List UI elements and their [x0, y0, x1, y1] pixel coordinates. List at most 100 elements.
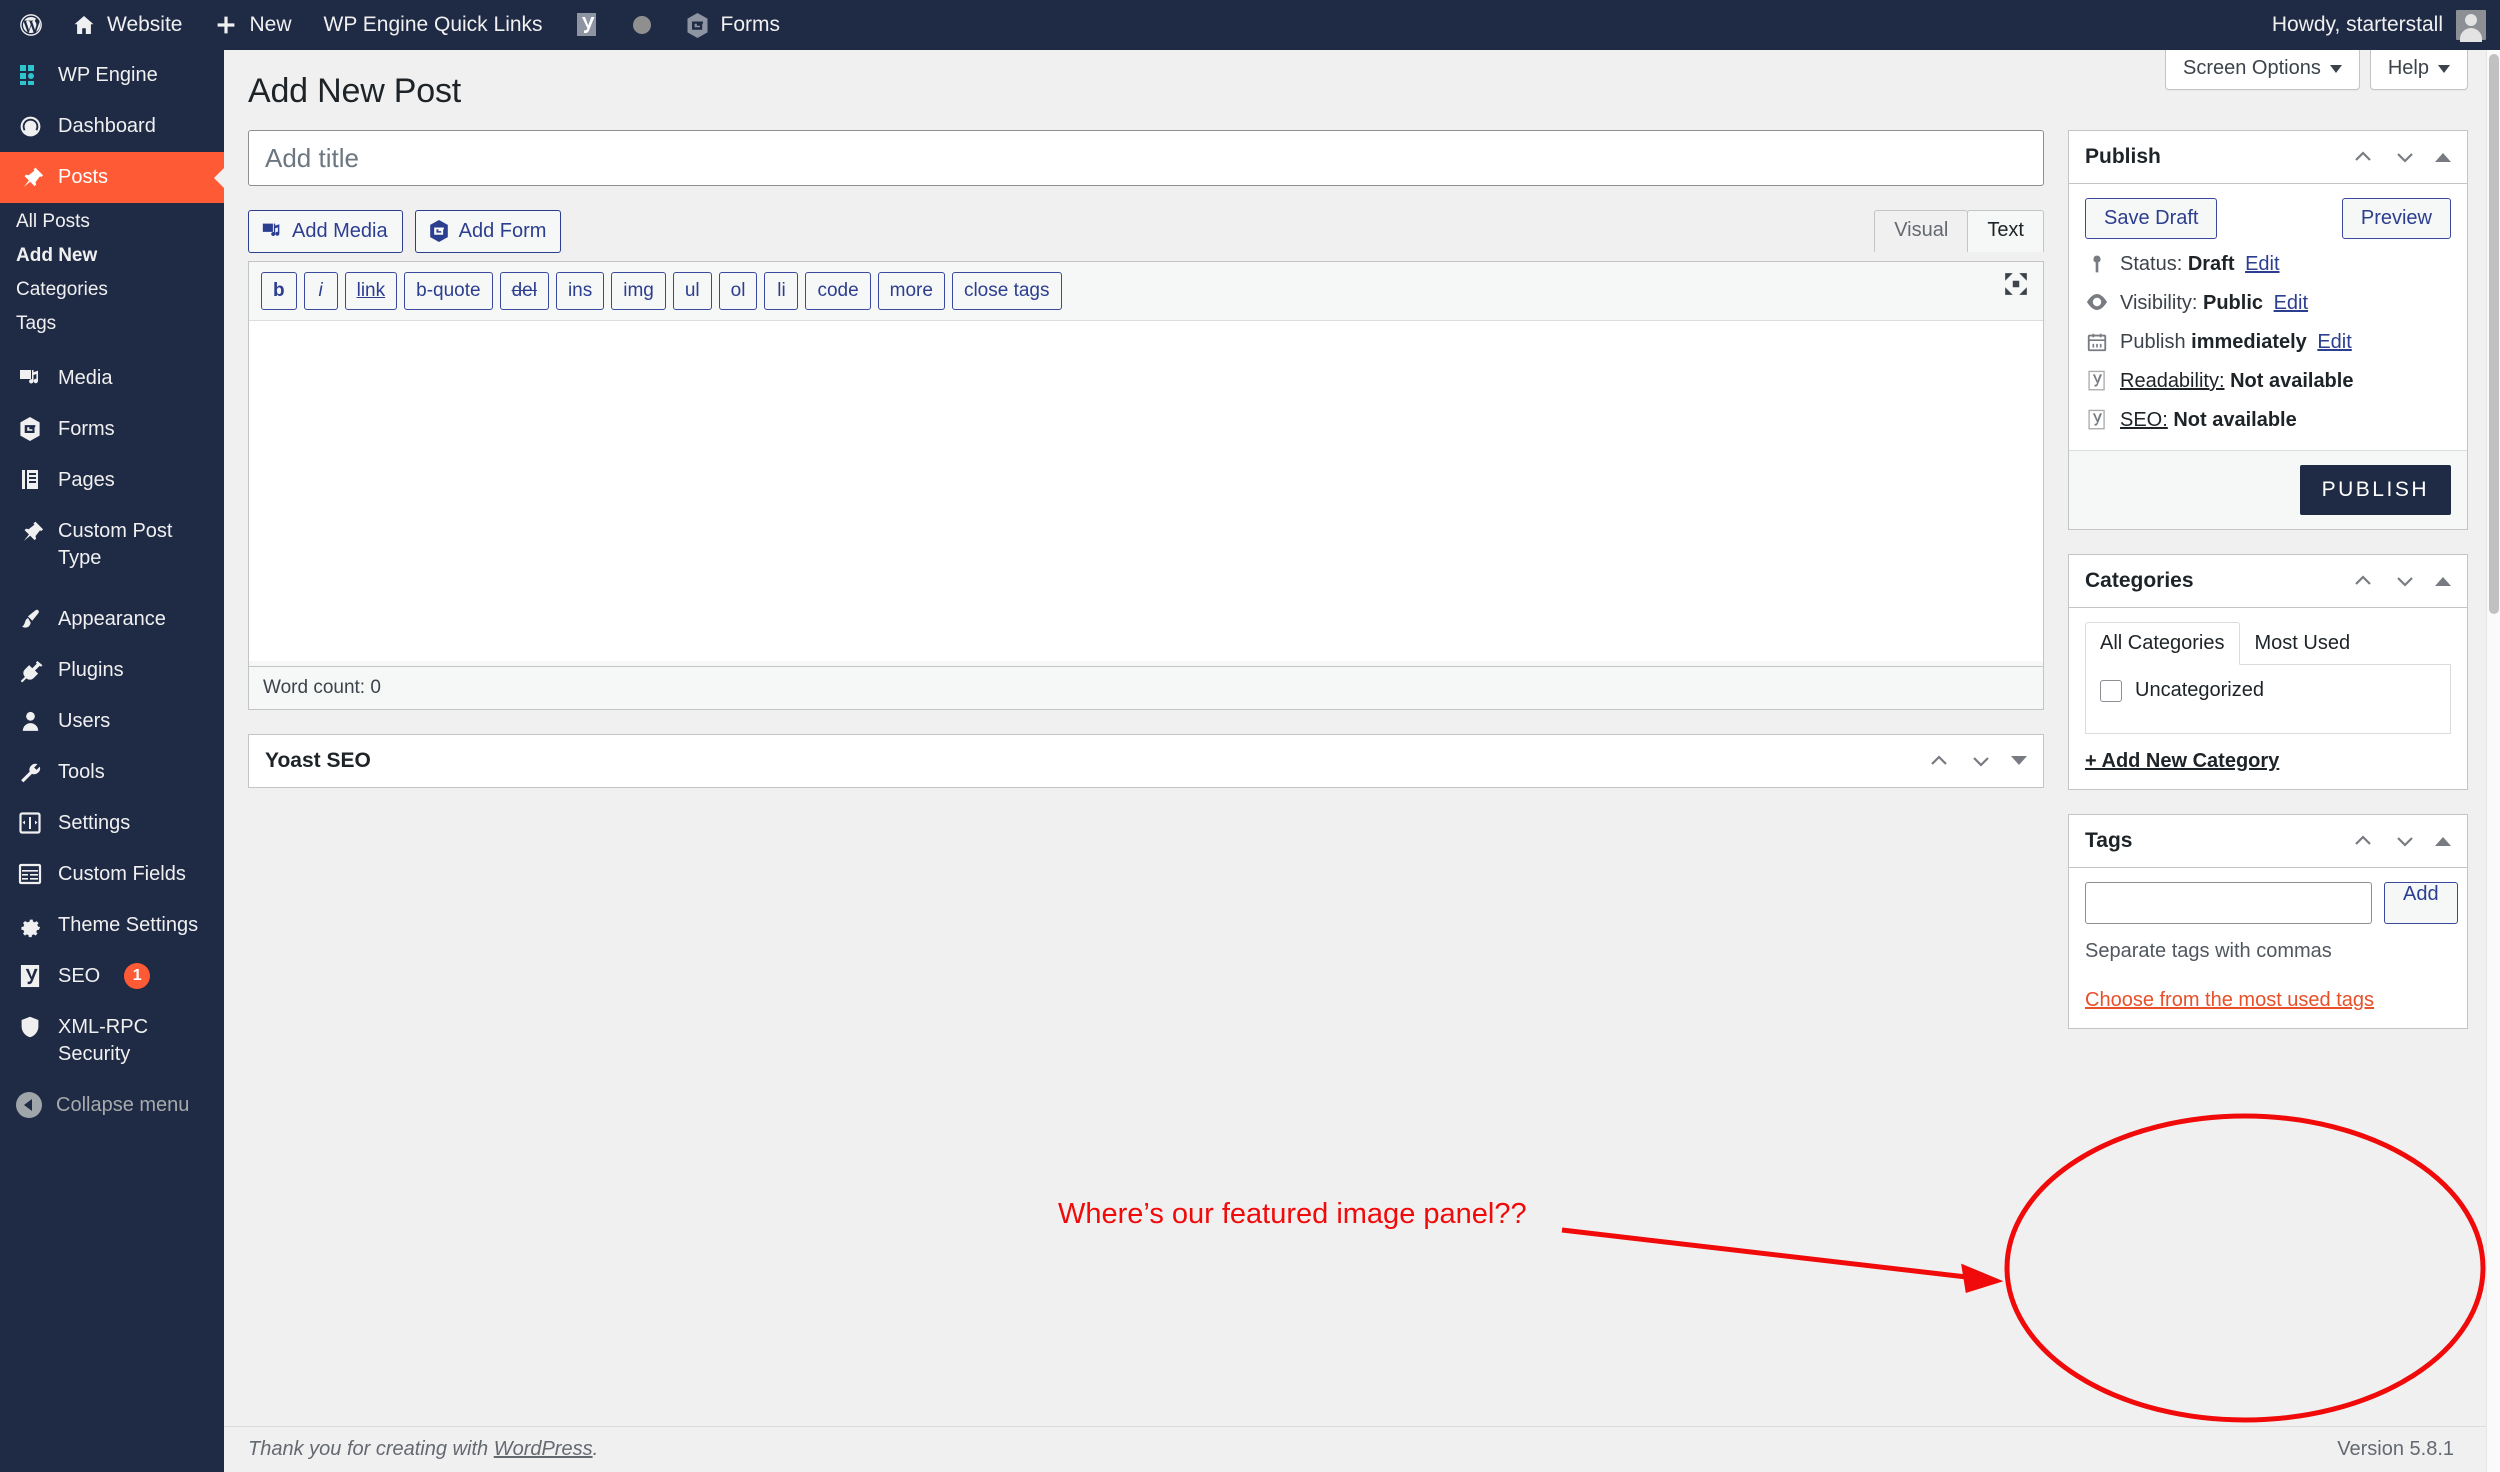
category-item-uncategorized[interactable]: Uncategorized — [2100, 679, 2436, 702]
collapse-menu-button[interactable]: Collapse menu — [0, 1080, 224, 1130]
move-up-icon[interactable] — [2351, 145, 2375, 169]
tab-all-categories[interactable]: All Categories — [2085, 622, 2240, 665]
sidebar-item-tags[interactable]: Tags — [0, 307, 224, 341]
quicktag-i[interactable]: i — [303, 272, 338, 310]
sidebar-item-plugins[interactable]: Plugins — [0, 645, 224, 696]
wordpress-logo-menu[interactable] — [0, 0, 56, 50]
move-down-icon[interactable] — [2393, 145, 2417, 169]
move-down-icon[interactable] — [2393, 829, 2417, 853]
readability-label[interactable]: Readability: — [2120, 370, 2225, 392]
sidebar-item-tools[interactable]: Tools — [0, 747, 224, 798]
post-schedule-text: Publish immediately Edit — [2120, 331, 2352, 354]
quicktag-ol[interactable]: ol — [718, 272, 758, 310]
tab-text[interactable]: Text — [1967, 210, 2044, 252]
sidebar-item-settings[interactable]: Settings — [0, 798, 224, 849]
sidebar-item-add-new[interactable]: Add New — [0, 239, 224, 273]
yoast-seo-metabox-header[interactable]: Yoast SEO — [249, 735, 2043, 787]
sidebar-item-appearance[interactable]: Appearance — [0, 594, 224, 645]
sidebar-item-seo[interactable]: SEO 1 — [0, 951, 224, 1002]
tags-panel-title: Tags — [2085, 829, 2133, 852]
site-name-menu[interactable]: Website — [56, 0, 198, 50]
add-media-button[interactable]: Add Media — [248, 210, 403, 253]
quicktag-close-tags[interactable]: close tags — [951, 272, 1062, 310]
page-scrollbar[interactable] — [2486, 50, 2500, 1472]
wpengine-quick-links-menu[interactable]: WP Engine Quick Links — [308, 0, 559, 50]
move-up-icon[interactable] — [2351, 569, 2375, 593]
edit-visibility-link[interactable]: Edit — [2274, 292, 2308, 314]
move-up-icon[interactable] — [2351, 829, 2375, 853]
publish-button[interactable]: PUBLISH — [2299, 465, 2451, 515]
preview-button[interactable]: Preview — [2341, 198, 2451, 239]
sidebar-item-all-posts[interactable]: All Posts — [0, 205, 224, 239]
tags-panel-header[interactable]: Tags — [2069, 815, 2467, 868]
help-button[interactable]: Help — [2369, 49, 2468, 90]
quicktag-del[interactable]: del — [499, 272, 549, 310]
save-draft-button[interactable]: Save Draft — [2085, 198, 2218, 239]
tag-input[interactable] — [2085, 882, 2372, 924]
quicktag-li[interactable]: li — [764, 272, 799, 310]
move-down-icon[interactable] — [1969, 749, 1993, 773]
categories-panel-header[interactable]: Categories — [2069, 555, 2467, 608]
sidebar-item-custom-fields[interactable]: Custom Fields — [0, 849, 224, 900]
sidebar-item-custom-post-type[interactable]: Custom Post Type — [0, 506, 224, 584]
quicktag-ul[interactable]: ul — [672, 272, 712, 310]
pin-icon — [16, 518, 44, 544]
fullscreen-icon[interactable] — [2003, 271, 2029, 297]
circle-indicator-menu[interactable] — [615, 0, 669, 50]
yoast-readability-text: Readability: Not available — [2120, 370, 2353, 393]
sidebar-item-label: Dashboard — [58, 115, 156, 137]
footer-thank-you: Thank you for creating with WordPress. — [248, 1438, 598, 1461]
publish-panel-header[interactable]: Publish — [2069, 131, 2467, 184]
wordpress-link[interactable]: WordPress — [494, 1438, 593, 1460]
sidebar-item-posts[interactable]: Posts — [0, 152, 224, 203]
tab-visual[interactable]: Visual — [1874, 210, 1969, 252]
sidebar-item-xml-rpc-security[interactable]: XML-RPC Security — [0, 1002, 224, 1080]
panel-handle-actions — [2351, 569, 2451, 593]
annotation-label: Where’s our featured image panel?? — [1058, 1198, 1527, 1230]
seo-score-label[interactable]: SEO: — [2120, 409, 2168, 431]
screen-meta-links: Screen Options Help — [2165, 49, 2468, 90]
tag-add-button[interactable]: Add — [2384, 882, 2458, 924]
category-checkbox[interactable] — [2100, 679, 2122, 702]
new-content-menu[interactable]: New — [198, 0, 307, 50]
sidebar-item-categories[interactable]: Categories — [0, 273, 224, 307]
toggle-panel-icon[interactable] — [2435, 152, 2451, 162]
quicktag-img[interactable]: img — [611, 272, 666, 310]
move-up-icon[interactable] — [1927, 749, 1951, 773]
yoast-adminbar-menu[interactable] — [559, 0, 615, 50]
scrollbar-thumb[interactable] — [2489, 54, 2499, 614]
sidebar-item-forms[interactable]: Forms — [0, 404, 224, 455]
quicktag-b-quote[interactable]: b-quote — [404, 272, 493, 310]
post-visibility-value: Public — [2203, 292, 2264, 314]
edit-schedule-link[interactable]: Edit — [2317, 331, 2351, 353]
quicktag-ins[interactable]: ins — [555, 272, 605, 310]
quicktag-code[interactable]: code — [805, 272, 871, 310]
main-content: Screen Options Help Add New Post Add tit… — [224, 49, 2500, 1472]
sidebar-item-users[interactable]: Users — [0, 696, 224, 747]
post-title-input[interactable] — [249, 131, 2043, 185]
most-used-tags-link[interactable]: Choose from the most used tags — [2085, 989, 2374, 1012]
quicktag-more[interactable]: more — [877, 272, 945, 310]
sidebar-item-theme-settings[interactable]: Theme Settings — [0, 900, 224, 951]
yoast-readability-row: Readability: Not available — [2069, 362, 2467, 401]
toggle-panel-icon[interactable] — [2435, 576, 2451, 586]
move-down-icon[interactable] — [2393, 569, 2417, 593]
toggle-panel-icon[interactable] — [2011, 756, 2027, 766]
edit-status-link[interactable]: Edit — [2245, 253, 2279, 275]
add-new-category-link[interactable]: + Add New Category — [2085, 750, 2279, 773]
post-content-textarea[interactable] — [249, 320, 2043, 661]
sidebar-item-media[interactable]: Media — [0, 353, 224, 404]
sidebar-item-dashboard[interactable]: Dashboard — [0, 101, 224, 152]
quicktag-link[interactable]: link — [344, 272, 398, 310]
screen-options-button[interactable]: Screen Options — [2165, 49, 2360, 90]
adminbar-account-area[interactable]: Howdy, starterstall — [2272, 10, 2500, 42]
avatar — [2456, 10, 2486, 42]
sidebar-item-wp-engine[interactable]: WP Engine — [0, 50, 224, 101]
sidebar-item-pages[interactable]: Pages — [0, 455, 224, 506]
quicktag-b[interactable]: b — [261, 272, 297, 310]
forms-adminbar-menu[interactable]: Forms — [669, 0, 797, 50]
add-form-button[interactable]: Add Form — [414, 210, 562, 253]
tab-most-used[interactable]: Most Used — [2240, 622, 2366, 665]
toggle-panel-icon[interactable] — [2435, 836, 2451, 846]
sidebar-item-label: Media — [58, 367, 113, 389]
